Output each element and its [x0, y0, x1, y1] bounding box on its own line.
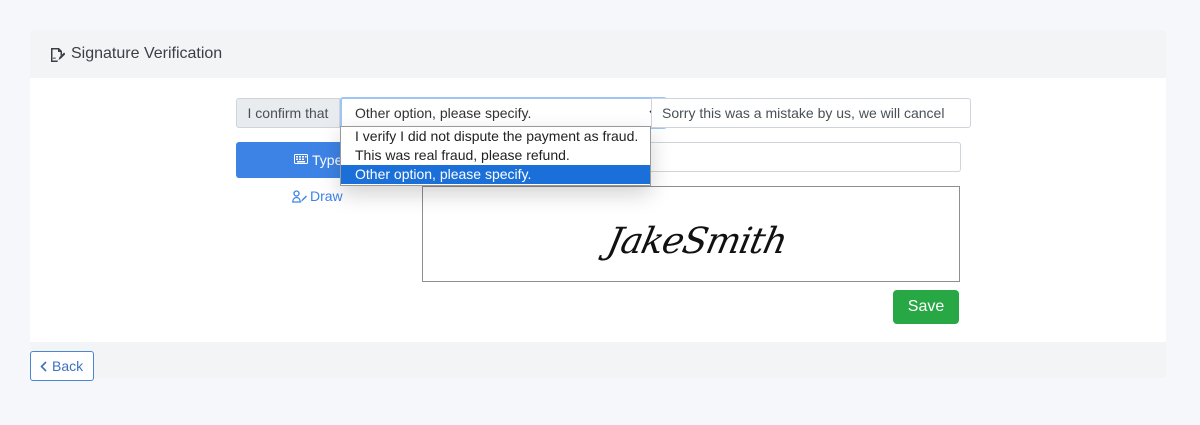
dropdown-option[interactable]: I verify I did not dispute the payment a… — [341, 127, 650, 146]
back-button[interactable]: Back — [30, 351, 94, 381]
select-value: Other option, please specify. — [355, 105, 532, 121]
confirm-option-select[interactable]: Other option, please specify. — [340, 97, 667, 129]
tab-type-label: Type — [312, 152, 343, 168]
user-signature-icon — [292, 190, 307, 203]
card-body: I confirm that Other option, please spec… — [30, 78, 1166, 342]
save-button[interactable]: Save — [893, 290, 959, 324]
chevron-left-icon — [40, 361, 47, 372]
keyboard-icon — [294, 154, 308, 164]
signature-preview: JakeSmith — [422, 186, 960, 282]
confirm-label: I confirm that — [236, 98, 340, 128]
card-header: Signature Verification — [30, 30, 1166, 78]
tab-type[interactable]: Type — [236, 142, 354, 178]
other-option-input[interactable]: Sorry this was a mistake by us, we will … — [651, 98, 971, 128]
back-label: Back — [52, 358, 84, 374]
signature-edit-icon — [51, 48, 65, 62]
dropdown-option-selected[interactable]: Other option, please specify. — [341, 165, 650, 184]
option-dropdown-list: I verify I did not dispute the payment a… — [340, 126, 651, 186]
tab-draw-label: Draw — [310, 188, 343, 204]
signature-text: JakeSmith — [603, 221, 791, 262]
dropdown-option[interactable]: This was real fraud, please refund. — [341, 146, 650, 165]
page-title: Signature Verification — [71, 45, 223, 62]
tab-draw[interactable]: Draw — [288, 186, 358, 206]
signature-verification-card: Signature Verification I confirm that Ot… — [30, 30, 1166, 378]
